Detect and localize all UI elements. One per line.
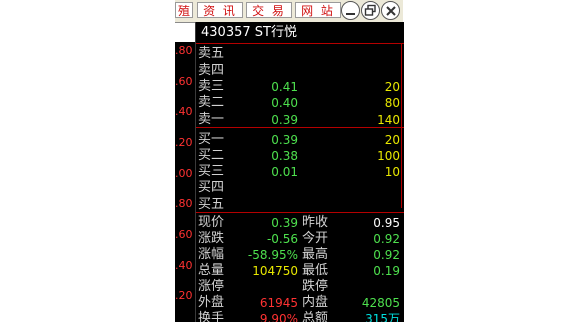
bid-row: 买四 (196, 180, 404, 196)
quote-field-value: 42805 (361, 296, 400, 310)
quote-field-value: -0.56 (266, 232, 298, 246)
top-toolbar: 殖 资 讯 交 易 网 站 (175, 0, 403, 23)
order-price: 0.01 (271, 165, 298, 179)
order-volume: 20 (384, 133, 400, 147)
order-price: 0.39 (271, 113, 298, 127)
restore-icon[interactable] (361, 1, 380, 20)
quote-field-label: 涨跌 (198, 231, 225, 246)
quote-field-value: 9.90% (259, 312, 298, 322)
order-level-label: 买一 (198, 132, 225, 147)
ask-row: 卖三 0.41 20 (196, 79, 404, 95)
order-level-label: 买四 (198, 180, 225, 195)
order-volume: 80 (384, 96, 400, 110)
title-divider (196, 43, 404, 44)
axis-tick-label: .80 (175, 197, 193, 210)
bid-row: 买一 0.39 20 (196, 132, 404, 148)
ask-row: 卖四 (196, 63, 404, 79)
stock-code-name: 430357 ST行悦 (201, 25, 297, 40)
quote-field-label: 最高 (302, 247, 329, 262)
quote-field-label: 涨幅 (198, 247, 225, 262)
order-volume: 140 (377, 113, 400, 127)
axis-tick-label: .40 (175, 105, 193, 118)
quote-field-value: 0.39 (271, 216, 298, 230)
ask-row: 卖五 (196, 46, 404, 62)
quote-field-value: 0.95 (373, 216, 400, 230)
quote-field-value: 0.92 (373, 232, 400, 246)
quote-field-value: 0.92 (373, 248, 400, 262)
bid-row: 买二 0.38 100 (196, 148, 404, 164)
bid-row: 买五 (196, 197, 404, 213)
quote-field-label: 今开 (302, 231, 329, 246)
quote-field-value: 0.19 (373, 264, 400, 278)
toolbar-button-partial[interactable]: 殖 (175, 2, 193, 18)
quote-window: .80 .60 .40 .20 .00 .80 .60 .40 .20 殖 资 讯 交 易 网 … (0, 0, 578, 322)
order-level-label: 买五 (198, 197, 225, 212)
ask-row: 卖一 0.39 140 (196, 112, 404, 128)
order-price: 0.38 (271, 149, 298, 163)
axis-tick-label: .20 (175, 136, 193, 149)
website-button[interactable]: 网 站 (295, 2, 341, 18)
quote-row: 换手 9.90% 总额 315万 (196, 311, 404, 322)
order-level-label: 买三 (198, 164, 225, 179)
order-price: 0.41 (271, 80, 298, 94)
order-volume: 10 (384, 165, 400, 179)
quote-field-label: 总量 (198, 263, 225, 278)
axis-tick-label: .00 (175, 167, 193, 180)
quote-field-value: -58.95% (247, 248, 298, 262)
quote-row: 涨停 跌停 (196, 279, 404, 295)
quote-field-value: 104750 (252, 264, 298, 278)
order-book-panel: 430357 ST行悦 卖五卖四 卖三 0.41 20 卖二 0.40 80 卖一 0.39 14… (195, 22, 404, 322)
quote-field-label: 涨停 (198, 279, 225, 294)
bid-row: 买三 0.01 10 (196, 164, 404, 180)
order-level-label: 卖三 (198, 79, 225, 94)
ask-row: 卖二 0.40 80 (196, 95, 404, 111)
order-price: 0.40 (271, 96, 298, 110)
quote-row: 总量 104750 最低 0.19 (196, 263, 404, 279)
quote-row: 涨幅 -58.95% 最高 0.92 (196, 247, 404, 263)
axis-tick-label: .60 (175, 228, 193, 241)
quote-field-label: 昨收 (302, 215, 329, 230)
order-price: 0.39 (271, 133, 298, 147)
quote-row: 现价 0.39 昨收 0.95 (196, 215, 404, 231)
quote-field-label: 最低 (302, 263, 329, 278)
news-button[interactable]: 资 讯 (197, 2, 243, 18)
trade-button[interactable]: 交 易 (246, 2, 292, 18)
order-level-label: 卖二 (198, 95, 225, 110)
quote-field-value: 61945 (259, 296, 298, 310)
order-level-label: 买二 (198, 148, 225, 163)
quote-field-value: 315万 (365, 312, 400, 322)
order-level-label: 卖四 (198, 63, 225, 78)
price-axis: .80 .60 .40 .20 .00 .80 .60 .40 .20 (175, 42, 195, 322)
quote-row: 外盘 61945 内盘 42805 (196, 295, 404, 311)
quote-field-label: 换手 (198, 311, 225, 322)
order-volume: 20 (384, 80, 400, 94)
minimize-icon[interactable] (341, 1, 360, 20)
axis-tick-label: .40 (175, 259, 193, 272)
quote-field-label: 内盘 (302, 295, 329, 310)
quote-field-label: 总额 (302, 311, 329, 322)
order-volume: 100 (377, 149, 400, 163)
order-level-label: 卖五 (198, 46, 225, 61)
quote-field-label: 跌停 (302, 279, 329, 294)
axis-tick-label: .60 (175, 75, 193, 88)
order-level-label: 卖一 (198, 112, 225, 127)
close-icon[interactable] (381, 1, 400, 20)
quote-row: 涨跌 -0.56 今开 0.92 (196, 231, 404, 247)
quote-field-label: 现价 (198, 215, 225, 230)
axis-tick-label: .20 (175, 289, 193, 302)
quote-field-label: 外盘 (198, 295, 225, 310)
axis-tick-label: .80 (175, 44, 193, 57)
